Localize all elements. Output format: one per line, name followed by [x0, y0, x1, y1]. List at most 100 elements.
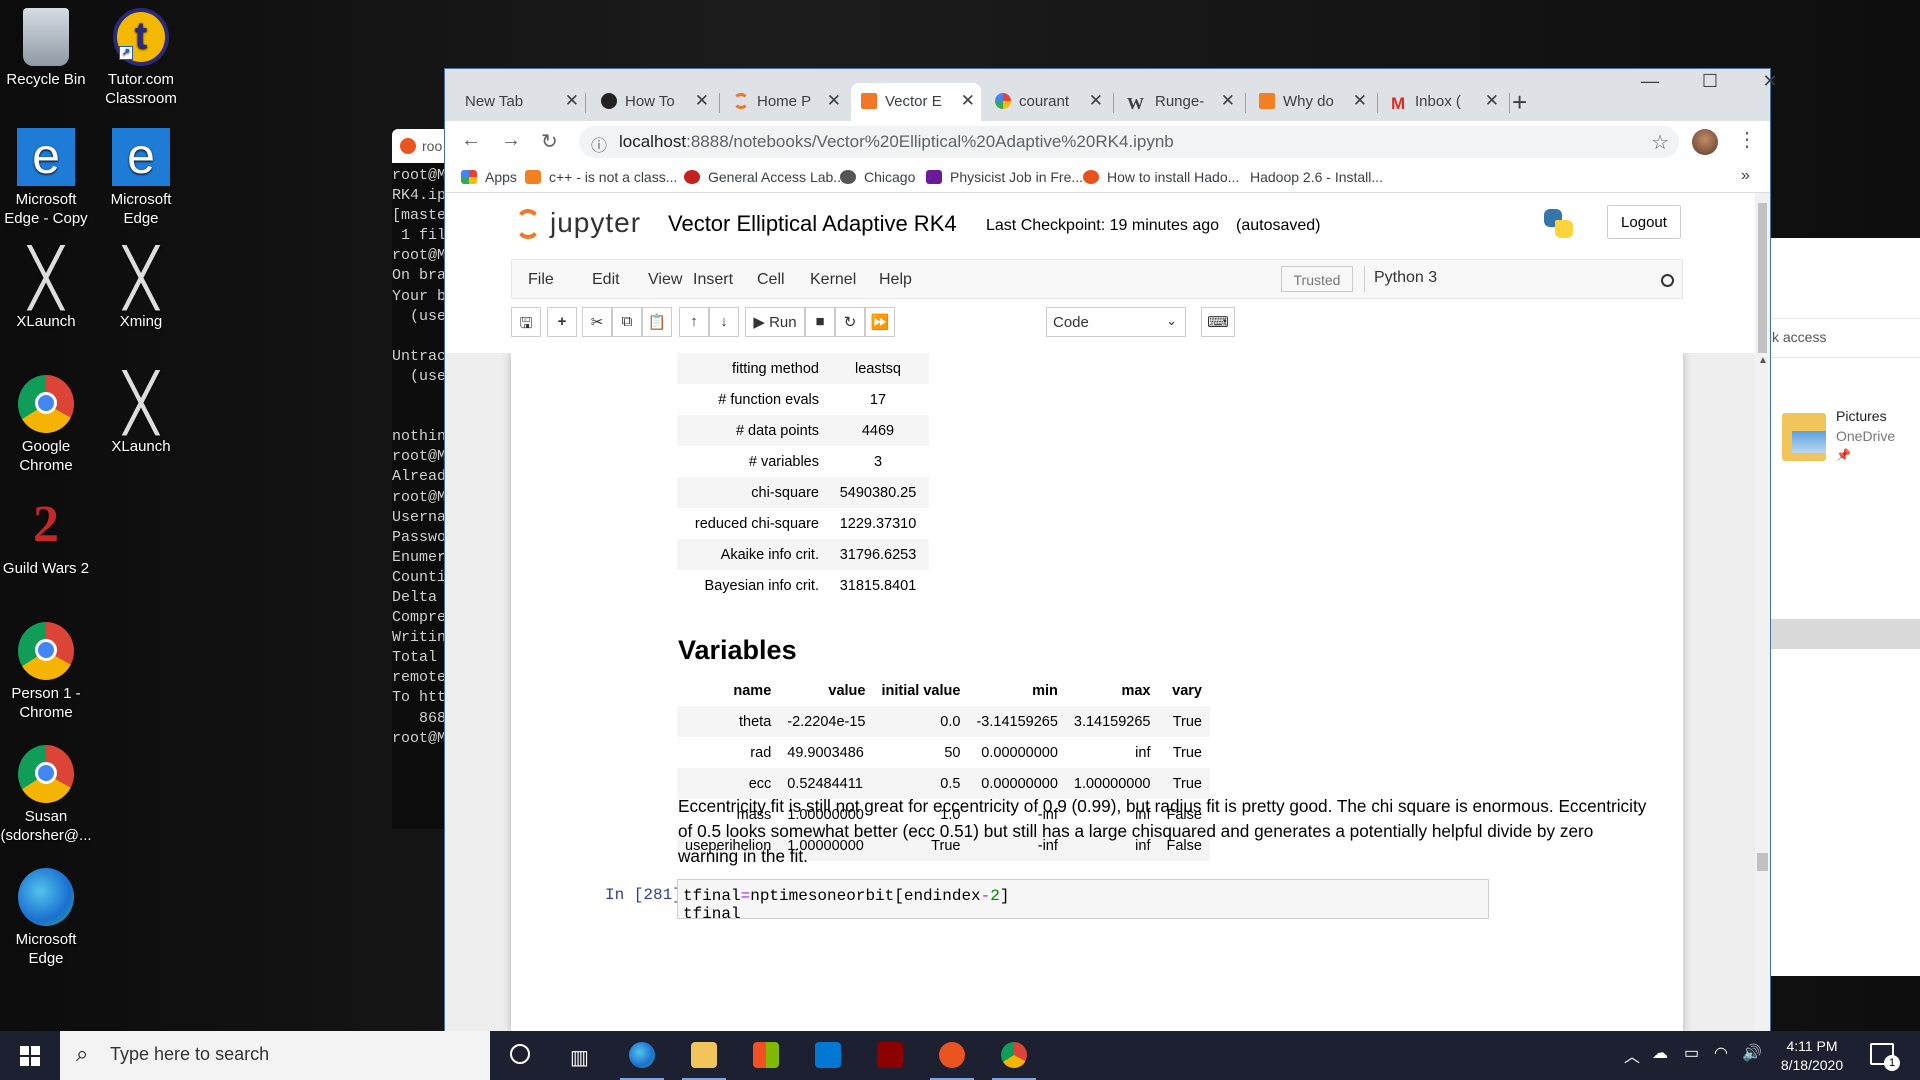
- close-icon[interactable]: ✕: [1221, 91, 1235, 111]
- edge-chromium-shortcut[interactable]: Microsoft Edge: [0, 868, 92, 968]
- bookmark-star-icon[interactable]: ☆: [1651, 130, 1669, 155]
- cell-type-select[interactable]: Code ⌄: [1046, 307, 1186, 337]
- page-scrollbar[interactable]: [1755, 193, 1770, 353]
- volume-icon[interactable]: 🔊: [1742, 1043, 1762, 1063]
- move-up-button[interactable]: ↑: [679, 307, 709, 337]
- chrome-window[interactable]: New Tab ✕ How To ✕ Home P ✕ Vector E ✕ coura…: [444, 68, 1778, 1032]
- clock[interactable]: 4:11 PM 8/18/2020: [1762, 1037, 1862, 1075]
- close-window-button[interactable]: ✕: [1745, 71, 1795, 92]
- chrome-shortcut[interactable]: Google Chrome: [0, 375, 92, 475]
- info-icon[interactable]: ⓘ: [591, 132, 607, 156]
- folder-name[interactable]: Pictures: [1836, 408, 1887, 424]
- taskbar-guild-wars[interactable]: [868, 1037, 912, 1075]
- menu-view[interactable]: View: [648, 271, 682, 289]
- bookmark-hadoop-26[interactable]: Hadoop 2.6 - Install...: [1250, 169, 1383, 185]
- bookmark-general-access[interactable]: General Access Lab...: [684, 169, 845, 185]
- bookmark-chicago[interactable]: Chicago: [840, 169, 915, 185]
- wifi-icon[interactable]: ◠: [1714, 1043, 1728, 1063]
- restart-button[interactable]: ↻: [835, 307, 865, 337]
- tab-why-do[interactable]: Why do ✕: [1249, 83, 1373, 121]
- quick-access-item[interactable]: k access: [1770, 318, 1920, 358]
- move-down-button[interactable]: ↓: [709, 307, 739, 337]
- xming-shortcut[interactable]: ╳ Xming: [95, 250, 187, 331]
- tab-new-tab[interactable]: New Tab ✕: [455, 83, 585, 121]
- start-button[interactable]: [0, 1031, 60, 1080]
- tutor-shortcut[interactable]: t ↗ Tutor.com Classroom: [95, 8, 187, 108]
- new-tab-button[interactable]: +: [1512, 87, 1527, 118]
- close-icon[interactable]: ✕: [1353, 91, 1367, 111]
- menu-help[interactable]: Help: [879, 271, 912, 289]
- copy-button[interactable]: ⧉: [612, 307, 642, 337]
- xlaunch-shortcut[interactable]: ╳ XLaunch: [0, 250, 92, 331]
- menu-cell[interactable]: Cell: [757, 271, 785, 289]
- minimize-button[interactable]: —: [1625, 71, 1675, 92]
- tab-home[interactable]: Home P ✕: [723, 83, 847, 121]
- file-explorer-window[interactable]: k access Pictures OneDrive 📌: [1770, 238, 1920, 976]
- menu-kernel[interactable]: Kernel: [810, 271, 856, 289]
- logout-button[interactable]: Logout: [1607, 205, 1681, 239]
- chrome-susan-shortcut[interactable]: Susan (sdorsher@...: [0, 745, 92, 845]
- bookmark-apps[interactable]: Apps: [461, 169, 517, 185]
- chrome-menu-icon[interactable]: ⋮: [1737, 127, 1757, 152]
- bookmark-physicist-job[interactable]: Physicist Job in Fre...: [926, 169, 1083, 185]
- edge-shortcut[interactable]: e Microsoft Edge: [95, 128, 187, 228]
- show-hidden-icons-icon[interactable]: ︿: [1624, 1043, 1640, 1067]
- taskbar-mail[interactable]: [806, 1037, 850, 1075]
- menu-insert[interactable]: Insert: [693, 271, 733, 289]
- jupyter-logo-icon[interactable]: [515, 209, 541, 239]
- menu-edit[interactable]: Edit: [592, 271, 620, 289]
- cut-button[interactable]: ✂: [582, 307, 612, 337]
- tab-inbox[interactable]: M Inbox (✕: [1381, 83, 1505, 121]
- back-arrow-icon[interactable]: ←: [461, 129, 481, 152]
- restart-run-all-button[interactable]: ⏩: [865, 307, 895, 337]
- insert-cell-button[interactable]: +: [547, 307, 577, 337]
- trusted-indicator[interactable]: Trusted: [1281, 266, 1353, 292]
- notebook-title[interactable]: Vector Elliptical Adaptive RK4: [668, 211, 957, 237]
- tab-vector-elliptical[interactable]: Vector E ✕: [851, 83, 981, 121]
- menu-file[interactable]: File: [528, 271, 554, 289]
- recycle-bin-shortcut[interactable]: Recycle Bin: [0, 8, 92, 89]
- paste-button[interactable]: 📋: [642, 307, 672, 337]
- guild-wars-shortcut[interactable]: 2 Guild Wars 2: [0, 497, 92, 578]
- close-icon[interactable]: ✕: [565, 91, 579, 111]
- close-icon[interactable]: ✕: [961, 91, 975, 111]
- kernel-name[interactable]: Python 3: [1374, 269, 1437, 287]
- task-view-button[interactable]: ▥: [558, 1037, 602, 1075]
- notification-center-button[interactable]: 1: [1870, 1043, 1900, 1071]
- close-icon[interactable]: ✕: [1089, 91, 1103, 111]
- profile-avatar[interactable]: [1692, 129, 1718, 155]
- close-icon[interactable]: ✕: [827, 91, 841, 111]
- scroll-up-icon[interactable]: ▲: [1758, 355, 1768, 366]
- close-icon[interactable]: ✕: [695, 91, 709, 111]
- tab-runge[interactable]: W Runge- ✕: [1117, 83, 1241, 121]
- cortana-button[interactable]: [498, 1037, 542, 1075]
- notebook-scrollbar[interactable]: ▲: [1755, 353, 1770, 1032]
- terminal-tab[interactable]: roo: [392, 129, 452, 163]
- code-cell-editor[interactable]: tfinal=nptimesoneorbit[endindex-2] tfinal: [677, 879, 1489, 919]
- bookmarks-overflow-button[interactable]: »: [1741, 167, 1750, 185]
- xlaunch-shortcut-2[interactable]: ╳ XLaunch: [95, 375, 187, 456]
- selected-row[interactable]: [1770, 619, 1920, 649]
- save-button[interactable]: 🖫: [511, 307, 541, 337]
- run-button[interactable]: ▶ Run: [745, 307, 805, 337]
- markdown-cell-text[interactable]: Eccentricity fit is still not great for …: [678, 794, 1658, 870]
- taskbar-edge[interactable]: [620, 1037, 664, 1080]
- reload-icon[interactable]: ↻: [541, 129, 558, 154]
- maximize-button[interactable]: ☐: [1685, 71, 1735, 92]
- jupyter-logo-text[interactable]: jupyter: [550, 207, 641, 239]
- taskbar-search[interactable]: ⌕ Type here to search: [60, 1031, 490, 1080]
- taskbar-chrome[interactable]: [992, 1037, 1036, 1080]
- interrupt-button[interactable]: ■: [805, 307, 835, 337]
- notebook-scroll-area[interactable]: fitting method leastsq # function evals 17 #…: [445, 353, 1770, 1032]
- close-icon[interactable]: ✕: [1485, 91, 1499, 111]
- page-scrollbar-thumb[interactable]: [1758, 203, 1767, 353]
- taskbar-ubuntu[interactable]: [930, 1037, 974, 1080]
- taskbar-file-explorer[interactable]: [682, 1037, 726, 1080]
- battery-icon[interactable]: ▭: [1684, 1043, 1699, 1063]
- command-palette-button[interactable]: ⌨: [1201, 307, 1235, 337]
- bookmark-install-hadoop[interactable]: How to install Hado...: [1083, 169, 1239, 185]
- scrollbar-thumb[interactable]: [1757, 853, 1768, 871]
- address-bar[interactable]: ⓘ localhost:8888/notebooks/Vector%20Elli…: [579, 126, 1679, 158]
- chrome-person1-shortcut[interactable]: Person 1 - Chrome: [0, 622, 92, 722]
- taskbar-store[interactable]: [744, 1037, 788, 1075]
